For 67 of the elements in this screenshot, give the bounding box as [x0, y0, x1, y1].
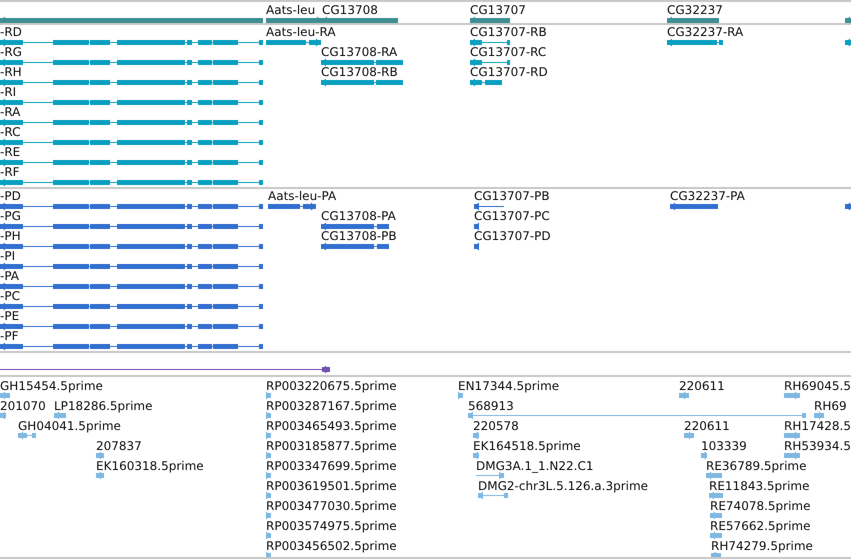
- feature-label: CG13708-RB: [321, 65, 398, 79]
- feature-label: -PA: [0, 269, 20, 283]
- feature-label: CG13708-RA: [321, 45, 398, 59]
- feature-label: -PC: [0, 289, 20, 303]
- feature-label: CG32237: [667, 3, 723, 17]
- feature-label: 220611: [684, 419, 730, 433]
- feature-label: -PG: [0, 209, 21, 223]
- feature-label: CG13707-RC: [470, 45, 546, 59]
- feature-label: RP003465493.5prime: [266, 419, 397, 433]
- feature-label: Aats-leu-PA: [268, 189, 336, 203]
- feature-label: RE57662.5prime: [710, 519, 810, 533]
- feature-label: RH69: [814, 399, 847, 413]
- feature-label: -RH: [0, 65, 22, 79]
- feature-label: 220611: [679, 379, 725, 393]
- feature-label: -RA: [0, 105, 20, 119]
- feature-label: Aats-leu: [266, 3, 316, 17]
- feature-label: -RI: [0, 85, 16, 99]
- feature-label: RP003619501.5prime: [266, 479, 397, 493]
- feature-label: CG13707: [470, 3, 526, 17]
- feature-label: RP003456502.5prime: [266, 539, 397, 553]
- feature-label: RP003287167.5prime: [266, 399, 397, 413]
- feature-label: CG32237-RA: [667, 25, 744, 39]
- feature-label: RH17428.5: [784, 419, 851, 433]
- feature-label: 207837: [96, 439, 142, 453]
- feature-label: EK164518.5prime: [473, 439, 581, 453]
- feature-label: CG32237-PA: [670, 189, 745, 203]
- feature-label: EN17344.5prime: [458, 379, 560, 393]
- feature-label: RH53934.5: [784, 439, 851, 453]
- feature-label: 568913: [468, 399, 514, 413]
- feature-label: DMG2-chr3L.5.126.a.3prime: [478, 479, 648, 493]
- feature-label: EK160318.5prime: [96, 459, 204, 473]
- feature-label: CG13708-PB: [321, 229, 397, 243]
- feature-label: RP003477030.5prime: [266, 499, 397, 513]
- feature-label: -RE: [0, 145, 20, 159]
- feature-label: -PI: [0, 249, 16, 263]
- feature-label: -PH: [0, 229, 21, 243]
- feature-label: RP003185877.5prime: [266, 439, 397, 453]
- feature-label: RE11843.5prime: [709, 479, 810, 493]
- feature-label: -RD: [0, 25, 22, 39]
- feature-label: RP003220675.5prime: [266, 379, 397, 393]
- feature-label: DMG3A.1_1.N22.C1: [476, 459, 594, 473]
- feature-label: RE74078.5prime: [710, 499, 810, 513]
- feature-label: -PD: [0, 189, 21, 203]
- feature-label: 220578: [473, 419, 519, 433]
- feature-label: LP18286.5prime: [54, 399, 153, 413]
- feature-label: CG13707-RD: [470, 65, 548, 79]
- feature-label: CG13707-RB: [470, 25, 547, 39]
- feature-label: -RC: [0, 125, 20, 139]
- feature-label: RH74279.5prime: [711, 539, 813, 553]
- feature-label: -PF: [0, 329, 18, 343]
- feature-label: -PE: [0, 309, 20, 323]
- feature-label: RH69045.5: [784, 379, 851, 393]
- feature-label: CG13707-PD: [474, 229, 551, 243]
- feature-label: GH04041.5prime: [18, 419, 121, 433]
- feature-label: CG13707-PB: [474, 189, 550, 203]
- feature-label: 103339: [701, 439, 747, 453]
- feature-label: CG13708: [322, 3, 378, 17]
- feature-label: CG13707-PC: [474, 209, 550, 223]
- feature-label: GH15454.5prime: [0, 379, 103, 393]
- feature-label: RE36789.5prime: [706, 459, 806, 473]
- feature-label: -RG: [0, 45, 22, 59]
- feature-label: -RF: [0, 165, 20, 179]
- feature-label: CG13708-PA: [321, 209, 396, 223]
- feature-label: 201070: [0, 399, 46, 413]
- feature-label: Aats-leu-RA: [266, 25, 336, 39]
- feature-label: RP003347699.5prime: [266, 459, 397, 473]
- feature-label: RP003574975.5prime: [266, 519, 397, 533]
